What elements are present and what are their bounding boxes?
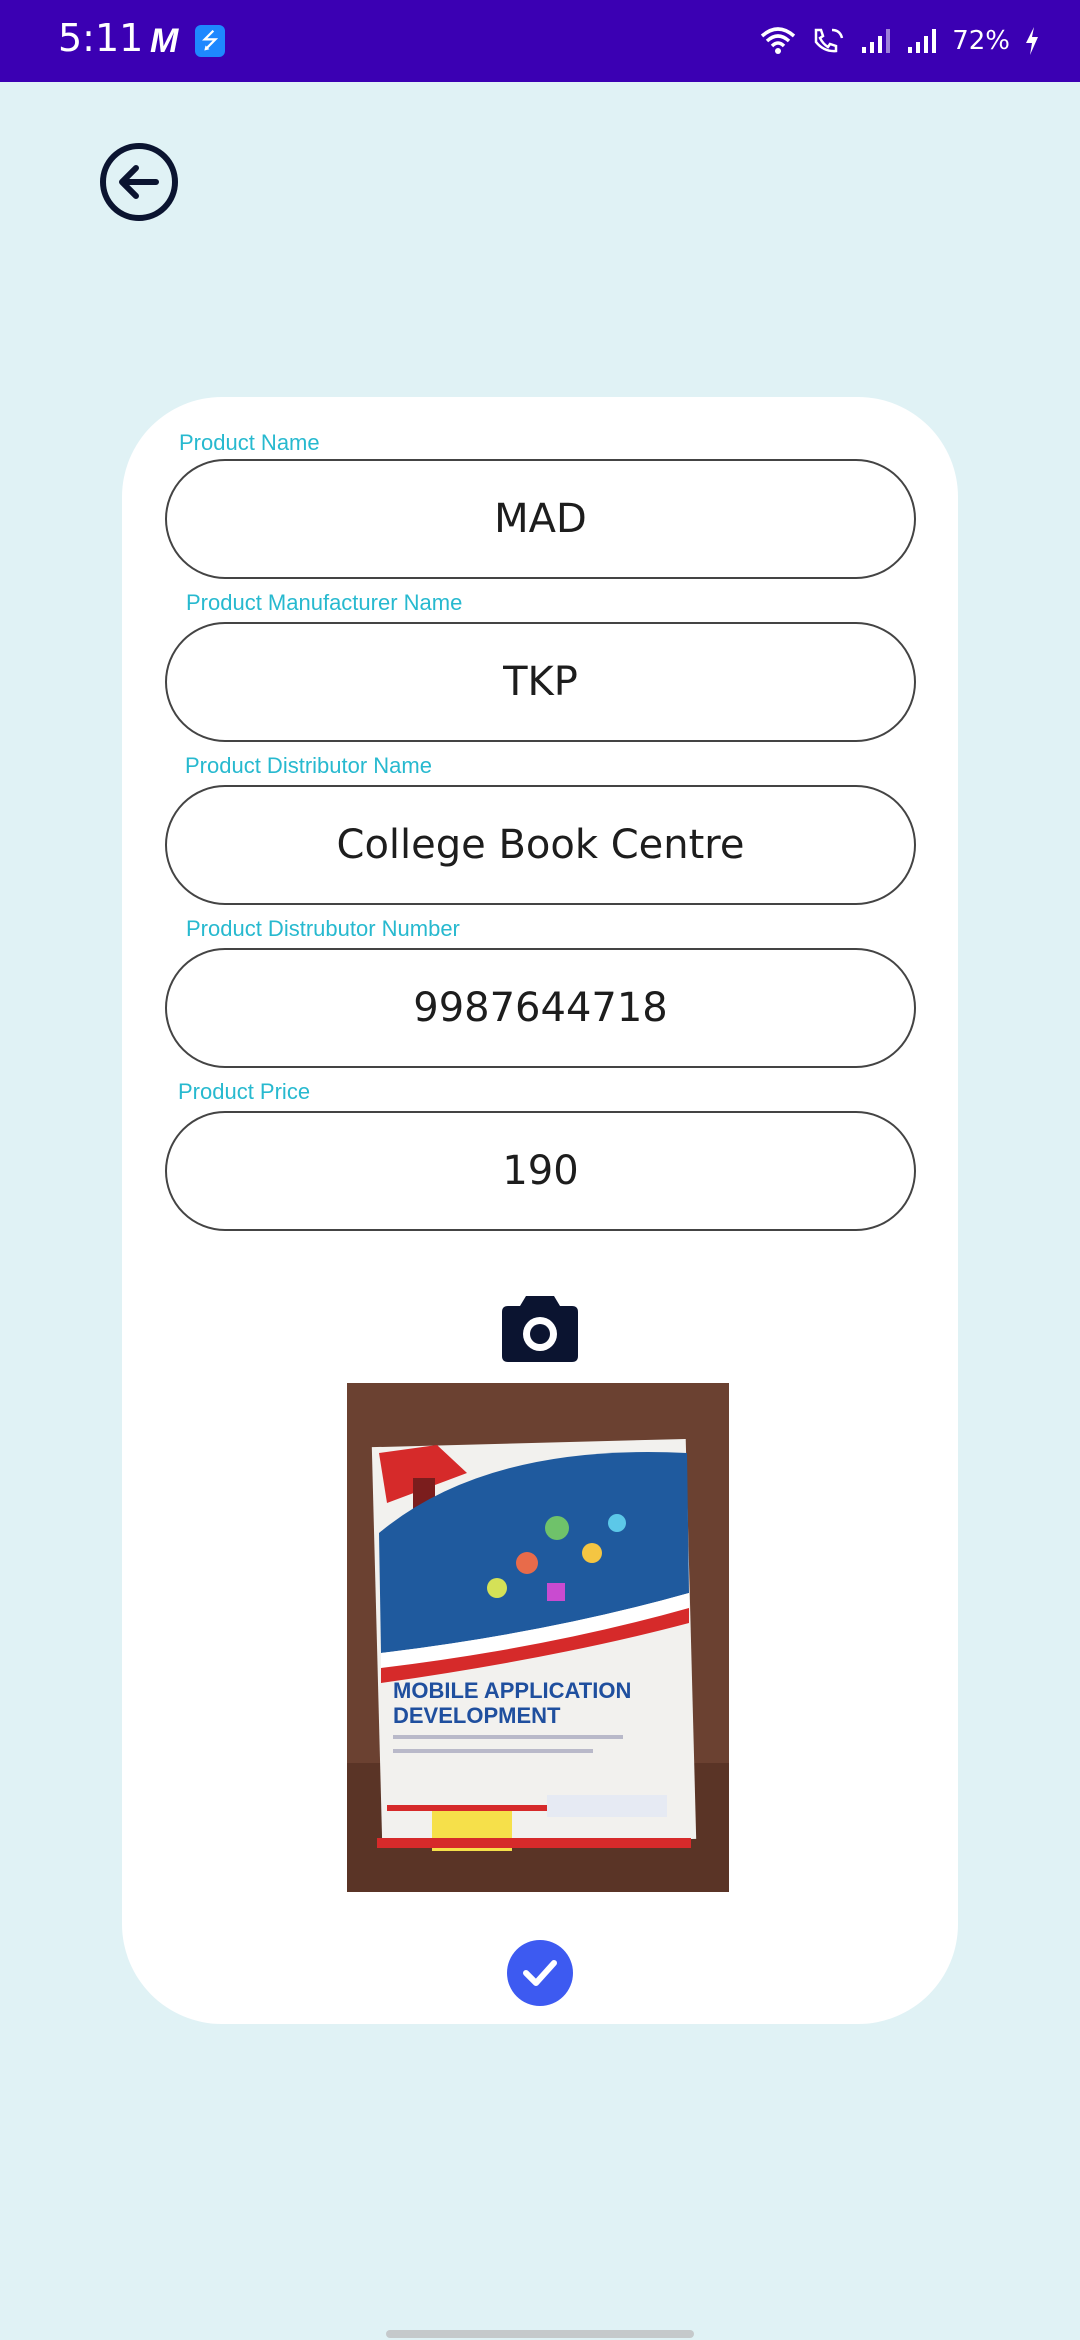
product-price-label: Product Price [178,1079,311,1104]
book-title-line1: MOBILE APPLICATION [393,1678,631,1703]
distributor-number-label: Product Distrubutor Number [186,916,460,941]
wifi-calling-icon [814,28,844,53]
book-cover-image: MOBILE APPLICATION DEVELOPMENT [347,1383,729,1892]
distributor-number-input[interactable]: 9987644718 [165,948,916,1068]
product-name-label: Product Name [179,430,320,455]
wifi-icon [761,27,796,54]
product-photo: MOBILE APPLICATION DEVELOPMENT [347,1383,729,1892]
charging-icon [1026,27,1038,55]
carrier-logo-icon: M [150,22,179,60]
back-button[interactable] [100,143,178,221]
distributor-name-input[interactable]: College Book Centre [165,785,916,905]
signal-icon-sim2 [908,29,937,53]
product-price-input[interactable]: 190 [165,1111,916,1231]
product-form-card: Product Name MAD Product Manufacturer Na… [122,397,958,2024]
status-icons: 72% [760,16,1040,66]
check-icon [523,1960,557,1986]
distributor-name-label: Product Distributor Name [185,753,432,778]
home-indicator[interactable] [386,2330,694,2338]
camera-button[interactable] [500,1292,580,1364]
camera-icon [502,1296,578,1362]
arrow-left-icon [119,165,159,199]
status-time: 5:11 [58,16,144,60]
status-bar: 5:11 M ⭍ 72% [0,0,1080,82]
usb-icon: ⭍ [195,25,225,57]
book-title-line2: DEVELOPMENT [393,1703,561,1728]
confirm-button[interactable] [507,1940,573,2006]
manufacturer-name-input[interactable]: TKP [165,622,916,742]
signal-icon-sim1 [862,29,891,53]
battery-percent: 72% [952,26,1010,56]
product-name-input[interactable]: MAD [165,459,916,579]
manufacturer-name-label: Product Manufacturer Name [186,590,463,615]
